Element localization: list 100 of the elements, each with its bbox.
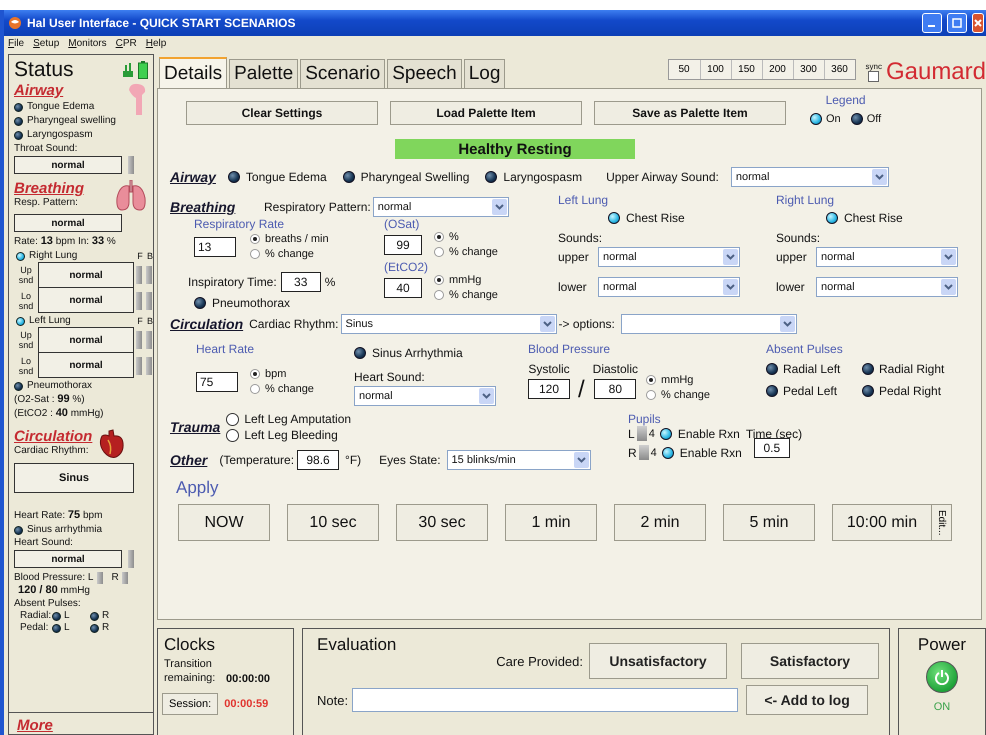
apply-button[interactable]: NOW (178, 504, 270, 541)
radio-button[interactable] (646, 375, 656, 385)
tab[interactable]: Scenario (300, 59, 386, 88)
tab[interactable]: Palette (229, 59, 298, 88)
add-to-log-button[interactable]: <- Add to log (746, 685, 868, 715)
dropdown[interactable]: normal (354, 386, 496, 406)
apply-button[interactable]: 1 min (505, 504, 597, 541)
zoom-button[interactable]: 100 (700, 60, 730, 79)
radio-button[interactable] (250, 234, 260, 244)
dropdown[interactable]: normal (598, 277, 740, 297)
radio-button[interactable] (226, 428, 240, 442)
edit-button[interactable]: Edit... (932, 504, 952, 541)
group-title: Blood Pressure (528, 342, 612, 356)
zoom-button[interactable]: 200 (762, 60, 792, 79)
indicator-light[interactable] (485, 171, 498, 183)
session-button[interactable]: Session: (162, 693, 218, 715)
radio-button[interactable] (434, 247, 444, 257)
zoom-button[interactable]: 50 (668, 60, 700, 79)
group-title: Respiratory Rate (194, 217, 286, 231)
menu-item[interactable]: CPR (116, 38, 137, 48)
input-field[interactable]: 13 (194, 236, 236, 256)
close-button[interactable] (972, 13, 984, 33)
input-field[interactable]: 120 (528, 379, 570, 399)
menu-item[interactable]: Help (146, 38, 166, 48)
heart-rate-text: Heart Rate: 75 bpm (14, 509, 102, 522)
tab[interactable]: Log (464, 59, 506, 88)
indicator-light[interactable] (662, 446, 674, 458)
action-button[interactable]: Load Palette Item (390, 101, 582, 125)
radio-button[interactable] (250, 249, 260, 259)
sync-checkbox[interactable] (868, 71, 880, 82)
menu-item[interactable]: Setup (33, 38, 60, 48)
note-field[interactable] (352, 688, 738, 712)
apply-button[interactable]: 10 sec (287, 504, 379, 541)
field-label: Heart Sound: (14, 537, 73, 549)
zoom-button[interactable]: 300 (792, 60, 824, 79)
radio-button[interactable] (646, 390, 656, 400)
indicator-light[interactable] (228, 171, 240, 183)
option-label: mmHg (661, 374, 694, 386)
dropdown[interactable]: normal (816, 247, 958, 267)
power-button[interactable] (926, 661, 958, 693)
apply-button[interactable]: 5 min (723, 504, 815, 541)
indicator-light[interactable] (766, 363, 778, 375)
minimize-button[interactable] (922, 13, 942, 33)
zoom-button[interactable]: 360 (824, 60, 854, 79)
dropdown[interactable]: Sinus (340, 314, 556, 334)
field-label: Note: (317, 692, 348, 708)
input-field[interactable]: 99 (384, 234, 422, 254)
field-label: Upper Airway Sound: (606, 170, 719, 184)
radio-button[interactable] (434, 290, 444, 300)
indicator-light[interactable] (194, 297, 206, 309)
meter-bar (128, 156, 134, 174)
apply-button[interactable]: 30 sec (396, 504, 488, 541)
maximize-icon (952, 18, 962, 28)
radio-button[interactable] (250, 384, 260, 394)
action-button[interactable]: Save as Palette Item (594, 101, 786, 125)
indicator-light[interactable] (660, 428, 672, 440)
tab[interactable]: Details (159, 57, 228, 89)
indicator-light[interactable] (342, 171, 355, 183)
tab[interactable]: Speech (387, 59, 462, 88)
input-field[interactable]: 40 (384, 278, 422, 298)
indicator-light[interactable] (354, 347, 366, 359)
zoom-button[interactable]: 150 (730, 60, 762, 79)
dropdown[interactable]: normal (598, 247, 740, 267)
indicator-light[interactable] (862, 385, 874, 397)
field-label: Respiratory Pattern: (264, 200, 371, 214)
dropdown[interactable]: 15 blinks/min (446, 450, 591, 470)
input-field[interactable]: 33 (280, 272, 321, 292)
indicator-label: Left Lung (29, 315, 71, 327)
menu-item[interactable]: Monitors (68, 38, 107, 48)
input-field[interactable]: 98.6 (297, 450, 340, 470)
dropdown[interactable] (620, 314, 797, 334)
indicator-light[interactable] (608, 212, 620, 224)
menu-item[interactable]: File (8, 38, 24, 48)
input-field[interactable]: 80 (594, 379, 636, 399)
dropdown[interactable]: normal (372, 197, 509, 217)
dropdown[interactable]: normal (730, 167, 889, 187)
indicator-label: Sinus arrhythmia (27, 524, 102, 536)
radio-button[interactable] (434, 275, 444, 285)
radio-button[interactable] (434, 232, 444, 242)
caret-icon (540, 316, 554, 332)
care-button[interactable]: Unsatisfactory (589, 643, 727, 679)
field-label: Eyes State: (379, 453, 441, 467)
action-button[interactable]: Clear Settings (186, 101, 378, 125)
care-button[interactable]: Satisfactory (741, 643, 879, 679)
maximize-button[interactable] (947, 13, 967, 33)
apply-button[interactable]: 2 min (614, 504, 706, 541)
indicator-label: Chest Rise (844, 211, 903, 225)
radio-button[interactable] (250, 369, 260, 379)
indicator-light[interactable] (862, 363, 874, 375)
battery-icon (138, 61, 148, 79)
radio-button[interactable] (226, 412, 240, 426)
value-display: normal (14, 214, 122, 232)
dropdown[interactable]: normal (816, 277, 958, 297)
indicator-light[interactable] (766, 385, 778, 397)
input-field[interactable]: 75 (196, 372, 238, 392)
indicator-light[interactable] (826, 212, 838, 224)
apply-button[interactable]: 10:00 min (832, 504, 932, 541)
section-title: Circulation (170, 316, 244, 332)
input-field[interactable]: 0.5 (754, 438, 790, 458)
value-display: normal (38, 327, 134, 353)
